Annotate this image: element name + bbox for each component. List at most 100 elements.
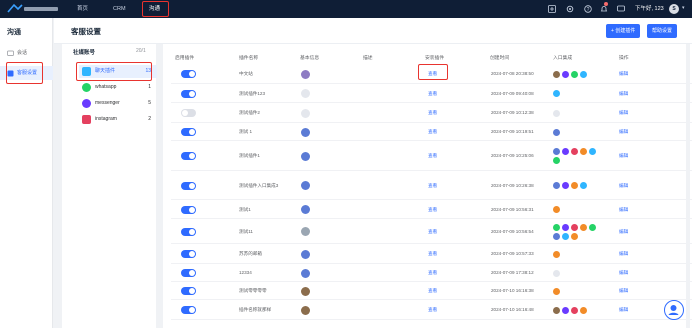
edit-link[interactable]: 编辑 bbox=[619, 91, 628, 97]
enable-toggle[interactable] bbox=[181, 269, 196, 277]
plugin-table: 启用插件 插件名称 基本信息 描述 安装插件 创建时间 入口集成 操作 中文站查… bbox=[163, 44, 692, 328]
sidebar-item-chat[interactable]: 会话 bbox=[0, 46, 53, 60]
plugin-avatar bbox=[301, 181, 310, 190]
plugin-avatar bbox=[301, 286, 310, 296]
scrollbar[interactable] bbox=[686, 44, 690, 328]
channel-icon bbox=[571, 182, 578, 189]
enable-toggle[interactable] bbox=[181, 89, 196, 98]
edit-link[interactable]: 编辑 bbox=[619, 270, 628, 276]
social-item-messenger[interactable]: messenger 5 bbox=[79, 97, 157, 110]
install-view-link[interactable]: 查看 bbox=[428, 110, 437, 116]
plugin-name: 测试插件1 bbox=[239, 153, 260, 158]
plugin-name: 插件名称就那样 bbox=[239, 307, 272, 312]
highlight-box bbox=[6, 62, 43, 84]
header-info: 基本信息 bbox=[300, 56, 320, 61]
edit-link[interactable]: 编辑 bbox=[619, 183, 628, 189]
edit-link[interactable]: 编辑 bbox=[619, 129, 628, 135]
export-icon[interactable] bbox=[548, 5, 556, 13]
edit-link[interactable]: 编辑 bbox=[619, 229, 628, 235]
edit-link[interactable]: 编辑 bbox=[619, 251, 628, 257]
header-action: 操作 bbox=[619, 56, 629, 61]
avatar[interactable]: S bbox=[669, 4, 679, 14]
install-view-link[interactable]: 查看 bbox=[428, 251, 437, 257]
plugin-avatar bbox=[301, 227, 310, 236]
channel-icon bbox=[553, 250, 560, 258]
plugin-avatar bbox=[301, 127, 310, 137]
install-view-link[interactable]: 查看 bbox=[428, 270, 437, 276]
social-item-whatsapp[interactable]: whatsapp 1 bbox=[79, 81, 157, 94]
enable-toggle[interactable] bbox=[181, 181, 196, 190]
plugin-name: 测试插件123 bbox=[239, 90, 266, 96]
edit-link[interactable]: 编辑 bbox=[619, 207, 628, 213]
created-time: 2024-07-09 09:40:08 bbox=[491, 90, 534, 96]
enable-toggle[interactable] bbox=[181, 306, 196, 314]
created-time: 2024-07-09 10:19:51 bbox=[491, 129, 534, 134]
support-button[interactable] bbox=[664, 300, 684, 320]
help-icon[interactable]: ? bbox=[584, 5, 592, 13]
install-view-link[interactable]: 查看 bbox=[428, 307, 437, 313]
install-view-link[interactable]: 查看 bbox=[428, 229, 437, 235]
edit-link[interactable]: 编辑 bbox=[619, 110, 628, 116]
table-row: 测试1 查看 2024-07-09 10:56:31 编辑 bbox=[171, 200, 692, 219]
install-view-link[interactable]: 查看 bbox=[428, 91, 437, 97]
install-view-link[interactable]: 查看 bbox=[428, 288, 437, 294]
table-row: 插件名称就那样 查看 2024-07-10 16:16:48 编辑 bbox=[171, 300, 692, 320]
sidebar-item-label: 会话 bbox=[17, 50, 28, 56]
enable-toggle[interactable] bbox=[181, 128, 196, 136]
plugin-avatar bbox=[301, 108, 310, 118]
create-plugin-button[interactable]: + 创建插件 bbox=[606, 24, 641, 38]
plugin-name: 测试插件入口集成3 bbox=[239, 182, 279, 188]
install-view-link[interactable]: 查看 bbox=[428, 183, 437, 189]
channel-icon bbox=[571, 232, 578, 240]
enable-toggle[interactable] bbox=[181, 287, 196, 295]
table-row: 测试11 查看 2024-07-09 10:56:54 编辑 bbox=[171, 219, 692, 244]
install-view-link[interactable]: 查看 bbox=[428, 207, 437, 213]
channel-icon bbox=[553, 206, 560, 213]
channel-icon bbox=[562, 306, 569, 314]
edit-link[interactable]: 编辑 bbox=[619, 307, 628, 313]
message-icon[interactable] bbox=[617, 5, 625, 13]
header-created: 创建时间 bbox=[490, 56, 510, 61]
notification-badge bbox=[604, 2, 608, 6]
created-time: 2024-07-10 16:16:48 bbox=[491, 307, 534, 312]
gear-icon[interactable] bbox=[566, 5, 574, 13]
logo bbox=[7, 3, 58, 13]
table-row: 苏苏的邮箱 查看 2024-07-09 10:57:33 编辑 bbox=[171, 244, 692, 264]
channel-icon bbox=[571, 70, 578, 78]
header-enable: 启用插件 bbox=[175, 56, 195, 61]
highlight-box bbox=[76, 62, 152, 81]
install-view-link[interactable]: 查看 bbox=[428, 129, 437, 135]
enable-toggle[interactable] bbox=[181, 152, 196, 160]
enable-toggle[interactable] bbox=[181, 227, 196, 236]
nav-home[interactable]: 首页 bbox=[77, 0, 88, 18]
plugin-name: 测试 1 bbox=[239, 129, 253, 134]
bell-icon[interactable] bbox=[600, 5, 608, 13]
table-row: 测试插件123 查看 2024-07-09 09:40:08 编辑 bbox=[171, 84, 692, 103]
help-settings-button[interactable]: 帮助设置 bbox=[647, 24, 678, 38]
enable-toggle[interactable] bbox=[181, 70, 196, 78]
table-row: 测试零零零零 查看 2024-07-10 16:16:38 编辑 bbox=[171, 282, 692, 300]
social-item-instagram[interactable]: instagram 2 bbox=[79, 113, 157, 126]
enable-toggle[interactable] bbox=[181, 205, 196, 214]
chevron-down-icon[interactable]: ▾ bbox=[682, 5, 685, 11]
page-title: 客服设置 bbox=[71, 27, 101, 36]
enable-toggle[interactable] bbox=[181, 250, 196, 258]
edit-link[interactable]: 编辑 bbox=[619, 71, 628, 77]
table-row: 测试插件2 查看 2024-07-09 10:12:38 编辑 bbox=[171, 103, 692, 123]
nav-crm[interactable]: CRM bbox=[113, 0, 126, 18]
channel-icon bbox=[553, 287, 560, 295]
channel-icon bbox=[562, 70, 569, 78]
header-entry: 入口集成 bbox=[553, 56, 573, 61]
panel-title: 社媒账号 bbox=[73, 50, 96, 56]
created-time: 2024-07-09 10:12:38 bbox=[491, 110, 534, 115]
enable-toggle[interactable] bbox=[181, 109, 196, 117]
edit-link[interactable]: 编辑 bbox=[619, 153, 628, 159]
table-row: 测试插件入口集成3 查看 2024-07-09 10:26:38 编辑 bbox=[171, 171, 692, 200]
install-view-link[interactable]: 查看 bbox=[428, 153, 437, 159]
channel-icon bbox=[562, 232, 569, 240]
plugin-avatar bbox=[301, 249, 310, 259]
top-bar: 首页 CRM 沟通 ? 下午好, 123 S ▾ bbox=[0, 0, 692, 18]
channel-icon bbox=[562, 182, 569, 189]
edit-link[interactable]: 编辑 bbox=[619, 288, 628, 294]
social-item-count: 2 bbox=[148, 116, 151, 122]
